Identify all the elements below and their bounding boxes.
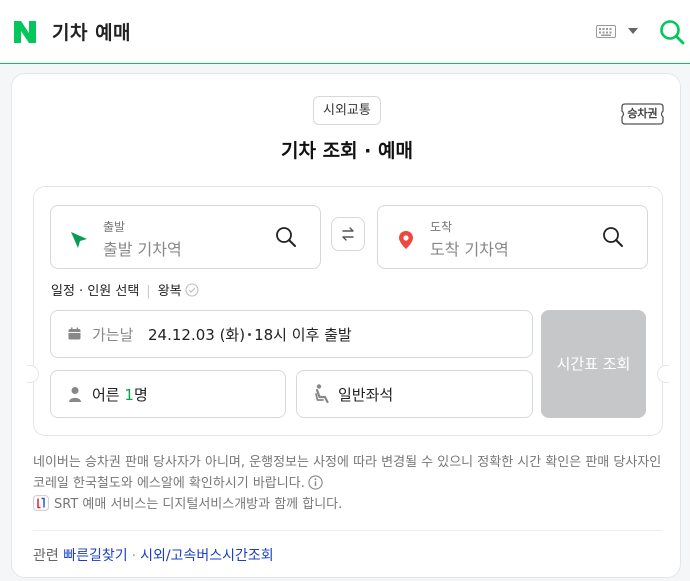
schedule-people-option[interactable]: 일정 · 인원 선택 <box>51 284 139 299</box>
disclaimer-notice: 네이버는 승차권 판매 당사자가 아니며, 운행정보는 사정에 따라 변경될 수… <box>33 452 673 494</box>
seat-icon <box>315 384 329 403</box>
passenger-count-field[interactable]: 어른 1명 <box>50 370 286 418</box>
srt-logo-icon <box>33 495 49 511</box>
date-value: 24.12.03 (화) 18시 이후 출발 <box>148 324 352 345</box>
passenger-type: 어른 <box>92 386 120 404</box>
form-notch-left <box>27 365 39 383</box>
arrival-label: 도착 <box>430 220 453 234</box>
arrival-placeholder: 도착 기차역 <box>430 240 509 259</box>
related-links: 관련 빠른길찾기 · 시외/고속버스시간조회 <box>33 546 274 566</box>
departure-date-field[interactable]: 가는날 24.12.03 (화) 18시 이후 출발 <box>50 310 533 358</box>
timetable-search-button[interactable]: 시간표 조회 <box>541 310 646 418</box>
header-title: 기차 예매 <box>52 22 132 44</box>
bus-timetable-link[interactable]: 시외/고속버스시간조회 <box>140 548 274 564</box>
info-icon[interactable] <box>308 475 323 490</box>
check-circle-icon[interactable] <box>185 283 199 297</box>
seat-type-field[interactable]: 일반좌석 <box>296 370 533 418</box>
search-form: 출발 출발 기차역 도착 도착 기차역 일정 · 인원 선택 | 왕복 가는날 … <box>27 186 669 436</box>
passenger-unit: 명 <box>133 386 148 404</box>
departure-label: 출발 <box>103 220 126 234</box>
date-label: 가는날 <box>92 326 134 344</box>
passenger-number: 1 <box>124 386 134 404</box>
srt-notice-text: SRT 예매 서비스는 디지털서비스개방과 함께 합니다. <box>54 497 343 512</box>
page-title: 기차 조회 · 예매 <box>281 140 413 162</box>
ticket-badge[interactable]: 승차권 <box>621 103 664 125</box>
departure-placeholder: 출발 기차역 <box>103 240 182 259</box>
round-trip-option[interactable]: 왕복 <box>158 284 182 299</box>
calendar-icon <box>68 327 81 340</box>
swap-stations-button[interactable] <box>331 217 365 251</box>
passenger-count-text: 어른 1명 <box>92 384 148 405</box>
departure-station-field[interactable]: 출발 출발 기차역 <box>50 205 321 269</box>
caret-down-icon[interactable] <box>628 28 638 34</box>
section-divider <box>33 530 662 531</box>
search-icon[interactable] <box>602 226 624 248</box>
person-icon <box>69 387 81 402</box>
arrival-station-field[interactable]: 도착 도착 기차역 <box>377 205 648 269</box>
options-row: 일정 · 인원 선택 | 왕복 <box>51 282 199 302</box>
related-separator: · <box>131 548 137 564</box>
fast-route-link[interactable]: 빠른길찾기 <box>63 548 127 564</box>
category-chip[interactable]: 시외교통 <box>313 96 381 125</box>
search-icon[interactable] <box>658 18 686 46</box>
seat-type-text: 일반좌석 <box>338 386 394 404</box>
location-pin-icon <box>399 231 413 249</box>
srt-notice: SRT 예매 서비스는 디지털서비스개방과 함께 합니다. <box>33 495 342 515</box>
keyboard-icon[interactable] <box>596 25 616 38</box>
date-value-day: 24.12.03 (화) <box>148 326 246 344</box>
options-divider: | <box>146 284 151 299</box>
disclaimer-text: 네이버는 승차권 판매 당사자가 아니며, 운행정보는 사정에 따라 변경될 수… <box>33 455 662 491</box>
navigation-arrow-icon <box>71 232 87 248</box>
date-separator-dot <box>248 333 252 336</box>
naver-logo-icon[interactable] <box>13 20 37 44</box>
date-value-time: 18시 이후 출발 <box>254 326 352 344</box>
form-notch-right <box>657 365 669 383</box>
ticket-badge-label: 승차권 <box>627 107 658 120</box>
swap-arrows-icon <box>342 227 354 241</box>
top-header: 기차 예매 <box>0 0 690 64</box>
search-icon[interactable] <box>275 226 297 248</box>
related-label: 관련 <box>33 548 59 564</box>
train-booking-card: 시외교통 승차권 기차 조회 · 예매 출발 출발 기차역 도착 도착 기차역 … <box>11 73 681 578</box>
